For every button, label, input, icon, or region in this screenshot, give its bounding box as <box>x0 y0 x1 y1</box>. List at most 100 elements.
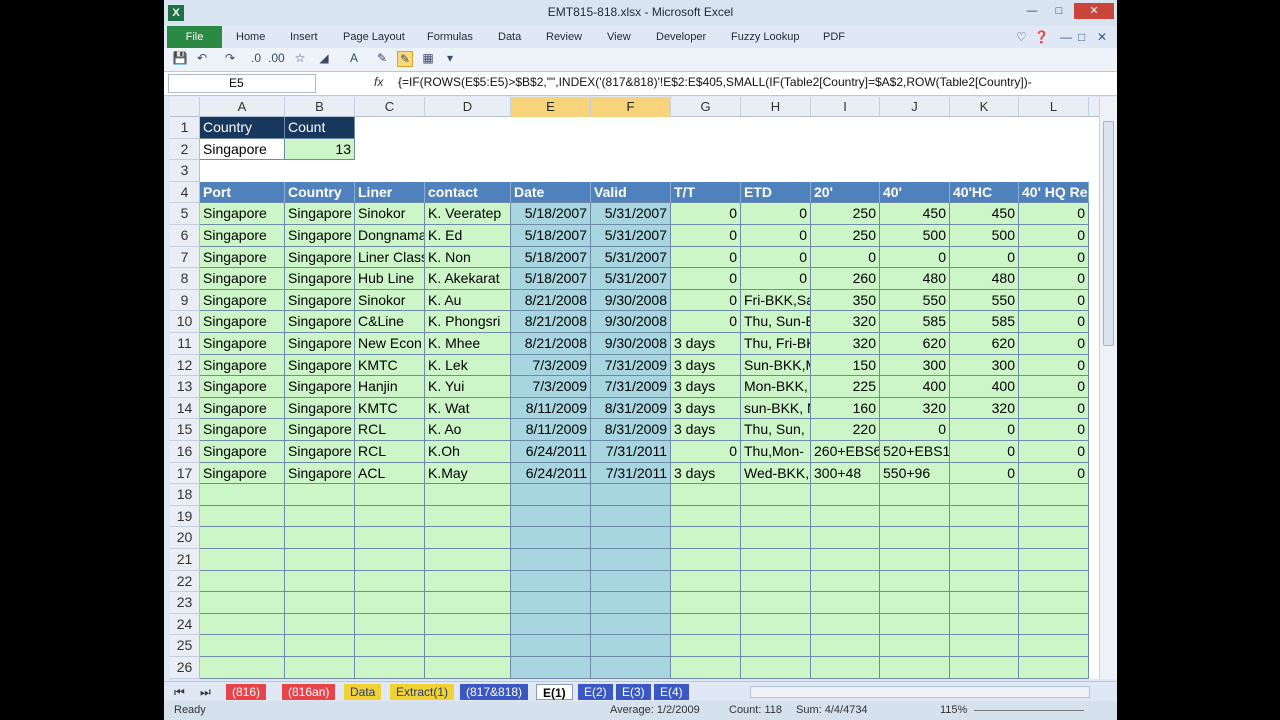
table-cell[interactable] <box>511 613 591 636</box>
table-cell[interactable]: Singapore <box>285 289 355 312</box>
table-cell[interactable] <box>200 549 285 571</box>
table-cell[interactable]: 7/31/2009 <box>591 376 671 398</box>
table-cell[interactable] <box>285 613 355 636</box>
table-cell[interactable]: 585 <box>950 311 1019 333</box>
column-header-e[interactable]: E <box>511 97 591 117</box>
table-cell[interactable]: Singapore <box>285 225 355 247</box>
table-cell[interactable]: 3 days <box>671 397 741 420</box>
table-cell[interactable]: 0 <box>1019 462 1089 485</box>
row-header-18[interactable]: 18 <box>170 484 200 506</box>
table-cell[interactable] <box>355 527 425 549</box>
table-cell[interactable] <box>591 657 671 679</box>
table-cell[interactable] <box>741 505 811 528</box>
table-cell[interactable]: 0 <box>950 419 1019 441</box>
column-header-i[interactable]: I <box>811 97 880 117</box>
table-cell[interactable]: 500 <box>880 225 950 247</box>
table-cell[interactable]: 225 <box>811 376 880 398</box>
table-cell[interactable]: Wed-BKK, <box>741 462 811 485</box>
table-cell[interactable]: K. Phongsri <box>425 311 511 333</box>
table-cell[interactable]: 3 days <box>671 354 741 377</box>
table-cell[interactable] <box>200 527 285 549</box>
table-cell[interactable]: ACL <box>355 462 425 485</box>
table-cell[interactable] <box>200 657 285 679</box>
table-cell[interactable]: 0 <box>741 203 811 225</box>
table-cell[interactable] <box>950 613 1019 636</box>
row-header-6[interactable]: 6 <box>170 225 200 247</box>
table-cell[interactable]: 5/31/2007 <box>591 268 671 290</box>
table-cell[interactable] <box>1019 635 1089 657</box>
row-header-17[interactable]: 17 <box>170 462 200 485</box>
table-header-b[interactable]: Country <box>285 181 355 204</box>
table-cell[interactable] <box>671 657 741 679</box>
table-cell[interactable] <box>811 570 880 593</box>
table-header-i[interactable]: 20' <box>811 181 880 204</box>
table-cell[interactable]: Thu, Sun, <box>741 419 811 441</box>
table-cell[interactable]: 0 <box>671 203 741 225</box>
table-cell[interactable]: 300 <box>950 354 1019 377</box>
row-header-23[interactable]: 23 <box>170 592 200 614</box>
table-cell[interactable]: 8/11/2009 <box>511 397 591 420</box>
table-cell[interactable] <box>950 657 1019 679</box>
table-cell[interactable] <box>285 570 355 593</box>
table-cell[interactable] <box>511 657 591 679</box>
row-header-21[interactable]: 21 <box>170 549 200 571</box>
table-cell[interactable] <box>200 635 285 657</box>
horizontal-scrollbar[interactable] <box>750 686 1090 698</box>
table-header-d[interactable]: contact <box>425 181 511 204</box>
scroll-thumb[interactable] <box>1103 121 1114 346</box>
row-header-13[interactable]: 13 <box>170 376 200 398</box>
table-cell[interactable]: 620 <box>880 333 950 355</box>
table-cell[interactable] <box>671 635 741 657</box>
table-cell[interactable] <box>811 505 880 528</box>
table-header-a[interactable]: Port <box>200 181 285 204</box>
table-cell[interactable]: 220 <box>811 419 880 441</box>
highlight-icon[interactable]: ✎ <box>397 51 413 67</box>
row-header-19[interactable]: 19 <box>170 505 200 528</box>
table-cell[interactable]: Singapore <box>285 268 355 290</box>
table-cell[interactable] <box>950 505 1019 528</box>
table-cell[interactable] <box>671 505 741 528</box>
star-icon[interactable]: ☆ <box>292 51 308 65</box>
summary-header-country[interactable]: Country <box>200 117 285 139</box>
tab-formulas[interactable]: Formulas <box>427 26 473 48</box>
table-cell[interactable] <box>511 592 591 614</box>
doc-minimize-icon[interactable]: — <box>1060 30 1072 44</box>
table-cell[interactable]: 0 <box>671 225 741 247</box>
table-cell[interactable]: 0 <box>671 441 741 463</box>
summary-country-value[interactable]: Singapore <box>200 138 285 161</box>
table-cell[interactable] <box>880 657 950 679</box>
table-cell[interactable]: 7/31/2011 <box>591 462 671 485</box>
table-cell[interactable] <box>425 505 511 528</box>
insert-function-icon[interactable]: fx <box>374 75 383 89</box>
table-cell[interactable]: 0 <box>1019 203 1089 225</box>
table-header-e[interactable]: Date <box>511 181 591 204</box>
table-cell[interactable]: 0 <box>880 246 950 269</box>
table-cell[interactable]: 0 <box>741 225 811 247</box>
table-cell[interactable]: 9/30/2008 <box>591 333 671 355</box>
table-cell[interactable] <box>355 592 425 614</box>
table-cell[interactable] <box>880 549 950 571</box>
row-header-4[interactable]: 4 <box>170 181 200 204</box>
name-box[interactable]: E5 <box>168 74 316 93</box>
table-cell[interactable] <box>950 484 1019 506</box>
table-cell[interactable]: Singapore <box>200 225 285 247</box>
row-header-11[interactable]: 11 <box>170 333 200 355</box>
tab-developer[interactable]: Developer <box>656 26 706 48</box>
table-cell[interactable] <box>811 613 880 636</box>
row-header-26[interactable]: 26 <box>170 657 200 679</box>
table-cell[interactable] <box>741 635 811 657</box>
table-cell[interactable]: K. Lek <box>425 354 511 377</box>
table-cell[interactable]: sun-BKK, M <box>741 397 811 420</box>
table-cell[interactable]: 0 <box>1019 354 1089 377</box>
table-cell[interactable]: 320 <box>950 397 1019 420</box>
table-cell[interactable]: Thu,Mon- <box>741 441 811 463</box>
table-cell[interactable]: Singapore <box>200 354 285 377</box>
table-cell[interactable]: 3 days <box>671 419 741 441</box>
table-cell[interactable] <box>355 570 425 593</box>
table-cell[interactable] <box>355 657 425 679</box>
table-cell[interactable] <box>511 484 591 506</box>
redo-icon[interactable]: ↷ <box>222 51 238 65</box>
table-cell[interactable] <box>591 505 671 528</box>
font-color-icon[interactable]: A <box>346 51 362 65</box>
table-cell[interactable]: 320 <box>880 397 950 420</box>
